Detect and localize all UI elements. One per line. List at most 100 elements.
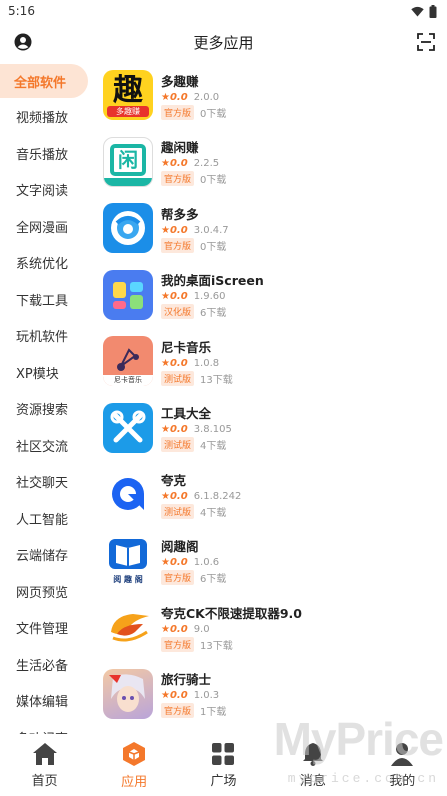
app-downloads: 6下载 — [200, 308, 227, 320]
wifi-icon — [411, 6, 424, 16]
star-icon: ★ — [161, 158, 170, 170]
app-name: 趣闲赚 — [161, 140, 199, 156]
tab-label: 广场 — [210, 773, 237, 789]
category-music[interactable]: 音乐播放 — [0, 135, 92, 172]
app-rating: ★0.0 — [161, 424, 188, 436]
app-badge: 官方版 — [161, 171, 195, 187]
category-web[interactable]: 网页预览 — [0, 573, 92, 610]
home-icon — [32, 742, 57, 765]
tab-plaza[interactable]: 广场 — [183, 742, 263, 789]
star-icon: ★ — [161, 690, 170, 702]
app-name: 夸克 — [161, 472, 187, 488]
page-title: 更多应用 — [193, 33, 254, 52]
category-search[interactable]: 资源搜索 — [0, 391, 92, 428]
tab-messages[interactable]: 消息 — [273, 742, 353, 789]
category-system[interactable]: 系统优化 — [0, 245, 92, 282]
app-rating: ★0.0 — [161, 557, 188, 569]
app-item[interactable]: 夸克CK不限速提取器9.0 ★0.0 9.0 官方版 13下载 — [100, 594, 447, 661]
account-button[interactable] — [12, 31, 34, 53]
scan-button[interactable] — [415, 31, 437, 53]
apps-cube-icon — [123, 741, 146, 766]
category-sidebar: 全部软件 视频播放 音乐播放 文字阅读 全网漫画 系统优化 下载工具 玩机软件 … — [0, 62, 92, 734]
app-item[interactable]: 闲 趣闲赚 ★0.0 2.2.5 官方版 0下载 — [100, 129, 447, 196]
person-icon — [391, 742, 414, 766]
app-name: 工具大全 — [161, 406, 212, 422]
app-item[interactable]: 我的桌面iScreen ★0.0 1.9.60 汉化版 6下载 — [100, 262, 447, 329]
tab-me[interactable]: 我的 — [362, 742, 442, 789]
app-item[interactable]: 帮多多 ★0.0 3.0.4.7 官方版 0下载 — [100, 195, 447, 262]
app-badge: 测试版 — [161, 503, 195, 519]
tab-label: 消息 — [299, 773, 326, 789]
app-rating: ★0.0 — [161, 623, 188, 635]
category-ai[interactable]: 人工智能 — [0, 500, 92, 537]
app-badge: 官方版 — [161, 104, 195, 120]
app-item[interactable]: 工具大全 ★0.0 3.8.105 测试版 4下载 — [100, 395, 447, 462]
app-version: 3.8.105 — [193, 424, 232, 436]
app-rating: ★0.0 — [161, 158, 188, 170]
app-name: 我的桌面iScreen — [161, 273, 264, 289]
category-xp[interactable]: XP模块 — [0, 354, 92, 391]
star-icon: ★ — [161, 91, 170, 103]
tools-icon — [103, 402, 153, 453]
app-downloads: 13下载 — [200, 374, 233, 386]
app-item[interactable]: 夸克 ★0.0 6.1.8.242 测试版 4下载 — [100, 461, 447, 528]
app-badge: 官方版 — [161, 570, 195, 586]
category-all[interactable]: 全部软件 — [0, 64, 88, 98]
app-badge: 测试版 — [161, 437, 195, 453]
quxianzhuan-icon-glyph: 闲 — [110, 143, 146, 176]
app-badge: 汉化版 — [161, 304, 195, 320]
category-comics[interactable]: 全网漫画 — [0, 208, 92, 245]
app-rating: ★0.0 — [161, 490, 188, 502]
star-icon: ★ — [161, 557, 170, 569]
category-files[interactable]: 文件管理 — [0, 610, 92, 647]
yuequge-icon: 阅 趣 阁 — [103, 535, 153, 586]
tab-home[interactable]: 首页 — [5, 742, 85, 789]
bell-icon — [302, 742, 323, 766]
quark-icon — [103, 469, 153, 520]
app-badge: 官方版 — [161, 237, 195, 253]
nika-music-icon: 尼卡音乐 — [103, 336, 153, 387]
app-version: 1.0.6 — [193, 557, 220, 569]
category-chat[interactable]: 社交聊天 — [0, 464, 92, 501]
app-item[interactable]: 旅行骑士 ★0.0 1.0.3 官方版 1下载 — [100, 661, 447, 728]
status-icons — [411, 4, 437, 18]
grid-icon — [212, 742, 235, 765]
travel-knight-icon — [103, 668, 153, 719]
app-name: 夸克CK不限速提取器9.0 — [161, 605, 303, 621]
app-item[interactable]: 尼卡音乐 尼卡音乐 ★0.0 1.0.8 测试版 13下载 — [100, 328, 447, 395]
category-tinkering[interactable]: 玩机软件 — [0, 318, 92, 355]
category-download[interactable]: 下载工具 — [0, 281, 92, 318]
bottom-tab-bar: 首页 应用 广场 消息 我的 — [0, 734, 447, 796]
app-item[interactable]: 趣 多趣赚 多趣赚 ★0.0 2.0.0 官方版 0下载 — [100, 62, 447, 129]
category-cloud[interactable]: 云端储存 — [0, 537, 92, 574]
app-header: 更多应用 — [0, 22, 447, 62]
app-badge: 官方版 — [161, 703, 195, 719]
app-name: 旅行骑士 — [161, 672, 212, 688]
app-version: 1.0.8 — [193, 357, 220, 369]
category-notes[interactable]: 多功记事 — [0, 719, 92, 734]
category-life[interactable]: 生活必备 — [0, 646, 92, 683]
star-icon: ★ — [161, 490, 170, 502]
app-badge: 测试版 — [161, 370, 195, 386]
app-version: 9.0 — [193, 623, 210, 635]
battery-icon — [429, 4, 437, 18]
category-reading[interactable]: 文字阅读 — [0, 172, 92, 209]
yuequge-icon-label: 阅 趣 阁 — [113, 574, 143, 584]
category-video[interactable]: 视频播放 — [0, 99, 92, 136]
category-media[interactable]: 媒体编辑 — [0, 683, 92, 720]
app-rating: ★0.0 — [161, 91, 188, 103]
tab-label: 应用 — [121, 774, 148, 790]
tab-apps[interactable]: 应用 — [94, 741, 174, 790]
category-community[interactable]: 社区交流 — [0, 427, 92, 464]
app-downloads: 0下载 — [200, 175, 227, 187]
app-item[interactable]: 阅 趣 阁 阅趣阁 ★0.0 1.0.6 官方版 6下载 — [100, 528, 447, 595]
app-version: 2.2.5 — [193, 158, 220, 170]
app-rating: ★0.0 — [161, 291, 188, 303]
app-list: 趣 多趣赚 多趣赚 ★0.0 2.0.0 官方版 0下载 闲 趣闲赚 ★0.0 … — [100, 62, 447, 734]
app-version: 1.0.3 — [193, 690, 220, 702]
app-version: 1.9.60 — [193, 291, 226, 303]
account-icon — [14, 33, 32, 51]
app-downloads: 0下载 — [200, 108, 227, 120]
quark-ck-icon — [103, 602, 153, 653]
tab-label: 我的 — [389, 773, 416, 789]
